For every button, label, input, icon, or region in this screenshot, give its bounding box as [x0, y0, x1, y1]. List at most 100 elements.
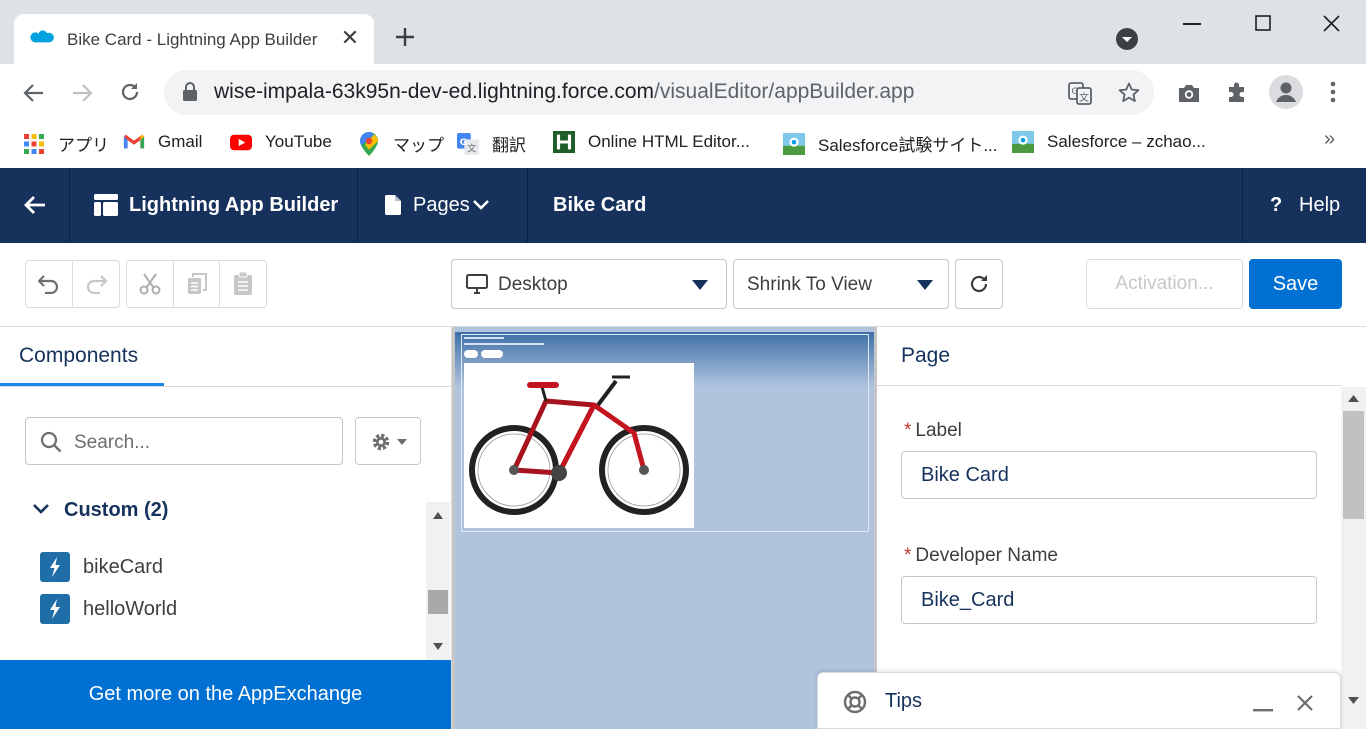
camera-icon[interactable]	[1177, 82, 1201, 104]
developer-name-field-label: * Developer Name	[904, 545, 1058, 567]
refresh-icon	[968, 273, 990, 295]
help-button[interactable]: ? Help	[1243, 168, 1366, 243]
component-settings-button[interactable]	[355, 417, 421, 465]
scroll-up-arrow-icon[interactable]	[433, 512, 443, 519]
minimize-icon[interactable]	[1253, 709, 1273, 713]
tab-search-icon[interactable]	[1115, 27, 1139, 51]
properties-scrollbar[interactable]	[1341, 387, 1366, 729]
card-text-line	[464, 343, 544, 345]
close-tab-icon[interactable]: ✕	[338, 26, 362, 50]
lifebuoy-icon	[843, 690, 867, 714]
paste-button[interactable]	[219, 260, 267, 308]
bookmark-star-icon[interactable]	[1117, 81, 1141, 105]
maximize-window-icon[interactable]	[1255, 15, 1271, 31]
scroll-up-arrow-icon[interactable]	[1348, 395, 1359, 402]
scroll-down-arrow-icon[interactable]	[1348, 697, 1359, 704]
developer-name-input[interactable]: Bike_Card	[901, 576, 1317, 624]
lightning-bolt-icon	[40, 552, 70, 582]
properties-title: Page	[901, 344, 951, 367]
reload-icon[interactable]	[118, 80, 142, 104]
field-label-text: Developer Name	[915, 545, 1058, 566]
tab-components[interactable]: Components	[19, 344, 138, 368]
page-name: Bike Card	[553, 194, 647, 216]
undo-button[interactable]	[25, 260, 73, 308]
bookmarks-bar: アプリ Gmail YouTube マップ G文 翻訳 Online HTML …	[0, 121, 1366, 168]
browser-toolbar: 文G wise-impala-63k95n-dev-ed.lightning.f…	[0, 64, 1366, 121]
redo-button[interactable]	[72, 260, 120, 308]
copy-button[interactable]	[173, 260, 220, 308]
google-translate-icon: G文	[457, 132, 479, 155]
svg-text:G: G	[1072, 87, 1079, 97]
close-window-icon[interactable]	[1323, 15, 1340, 32]
bookmark-label: 翻訳	[492, 136, 526, 155]
zoom-select[interactable]: Shrink To View	[733, 259, 949, 309]
bookmark-translate[interactable]: G文 翻訳	[457, 131, 526, 156]
minimize-window-icon[interactable]	[1183, 23, 1201, 27]
back-icon[interactable]	[22, 81, 46, 105]
device-select-value: Desktop	[498, 274, 568, 295]
section-custom-title[interactable]: Custom (2)	[64, 499, 168, 522]
chevron-down-icon[interactable]	[32, 503, 50, 515]
close-icon[interactable]	[1297, 695, 1313, 711]
bookmark-label: Salesforce試験サイト...	[818, 136, 998, 155]
components-panel: Components Search... Custom (2) bikeCard…	[0, 327, 452, 729]
zoom-select-value: Shrink To View	[747, 274, 872, 295]
mini-button	[464, 350, 478, 358]
extensions-puzzle-icon[interactable]	[1225, 80, 1249, 104]
browser-menu-icon[interactable]	[1330, 81, 1336, 103]
page-icon	[385, 195, 401, 215]
youtube-icon	[230, 131, 252, 153]
bookmark-gmail[interactable]: Gmail	[123, 131, 202, 153]
refresh-button[interactable]	[955, 259, 1003, 309]
save-button[interactable]: Save	[1249, 259, 1342, 309]
back-arrow-icon[interactable]	[24, 195, 46, 215]
bookmark-online-html-editor[interactable]: Online HTML Editor...	[553, 131, 750, 153]
divider	[877, 385, 1342, 386]
bookmark-salesforce-exam[interactable]: Salesforce試験サイト...	[783, 131, 998, 156]
search-icon	[40, 431, 62, 453]
components-scrollbar[interactable]	[426, 502, 450, 660]
cut-button[interactable]	[126, 260, 174, 308]
profile-avatar-icon[interactable]	[1269, 75, 1303, 109]
scrollbar-thumb[interactable]	[428, 590, 448, 614]
app-builder-icon	[94, 194, 118, 216]
new-tab-icon[interactable]	[392, 24, 418, 50]
lightning-bolt-icon	[40, 594, 70, 624]
bookmark-salesforce-zchao[interactable]: Salesforce – zchao...	[1012, 131, 1206, 153]
translate-icon[interactable]: 文G	[1068, 81, 1092, 105]
bookmark-label: Gmail	[158, 132, 203, 151]
bookmark-youtube[interactable]: YouTube	[230, 131, 332, 153]
activation-button[interactable]: Activation...	[1086, 259, 1243, 309]
redo-icon	[85, 274, 107, 294]
field-label-text: Label	[915, 420, 962, 441]
scrollbar-thumb[interactable]	[1343, 411, 1364, 519]
bookmark-maps[interactable]: マップ	[358, 131, 444, 156]
question-mark-icon: ?	[1270, 194, 1283, 216]
browser-tab[interactable]: Bike Card - Lightning App Builder ✕	[14, 14, 374, 64]
label-input[interactable]: Bike Card	[901, 451, 1317, 499]
component-search-input[interactable]: Search...	[25, 417, 343, 465]
app-builder-title: Lightning App Builder	[129, 194, 339, 216]
pages-menu-button[interactable]: Pages	[358, 168, 527, 243]
component-item[interactable]: helloWorld	[40, 594, 177, 624]
device-select[interactable]: Desktop	[451, 259, 727, 309]
scroll-down-arrow-icon[interactable]	[433, 643, 443, 650]
caret-down-icon	[917, 280, 933, 290]
more-bookmarks-icon[interactable]: »	[1324, 128, 1335, 151]
desktop-monitor-icon	[466, 274, 488, 294]
html-editor-h-icon	[553, 131, 575, 153]
bike-card-component[interactable]	[461, 334, 869, 532]
bookmark-apps[interactable]: アプリ	[23, 131, 109, 156]
header-divider	[69, 168, 70, 243]
tips-panel[interactable]: Tips	[817, 672, 1341, 729]
appexchange-link[interactable]: Get more on the AppExchange	[0, 660, 451, 729]
component-item[interactable]: bikeCard	[40, 552, 163, 582]
bookmark-label: Online HTML Editor...	[588, 132, 750, 151]
help-label: Help	[1299, 194, 1341, 216]
card-title-line	[464, 337, 504, 339]
header-divider	[527, 168, 528, 243]
clipboard-icon	[233, 272, 253, 296]
lock-icon[interactable]	[182, 82, 198, 102]
forward-icon[interactable]	[70, 81, 94, 105]
page-canvas[interactable]	[452, 327, 877, 729]
